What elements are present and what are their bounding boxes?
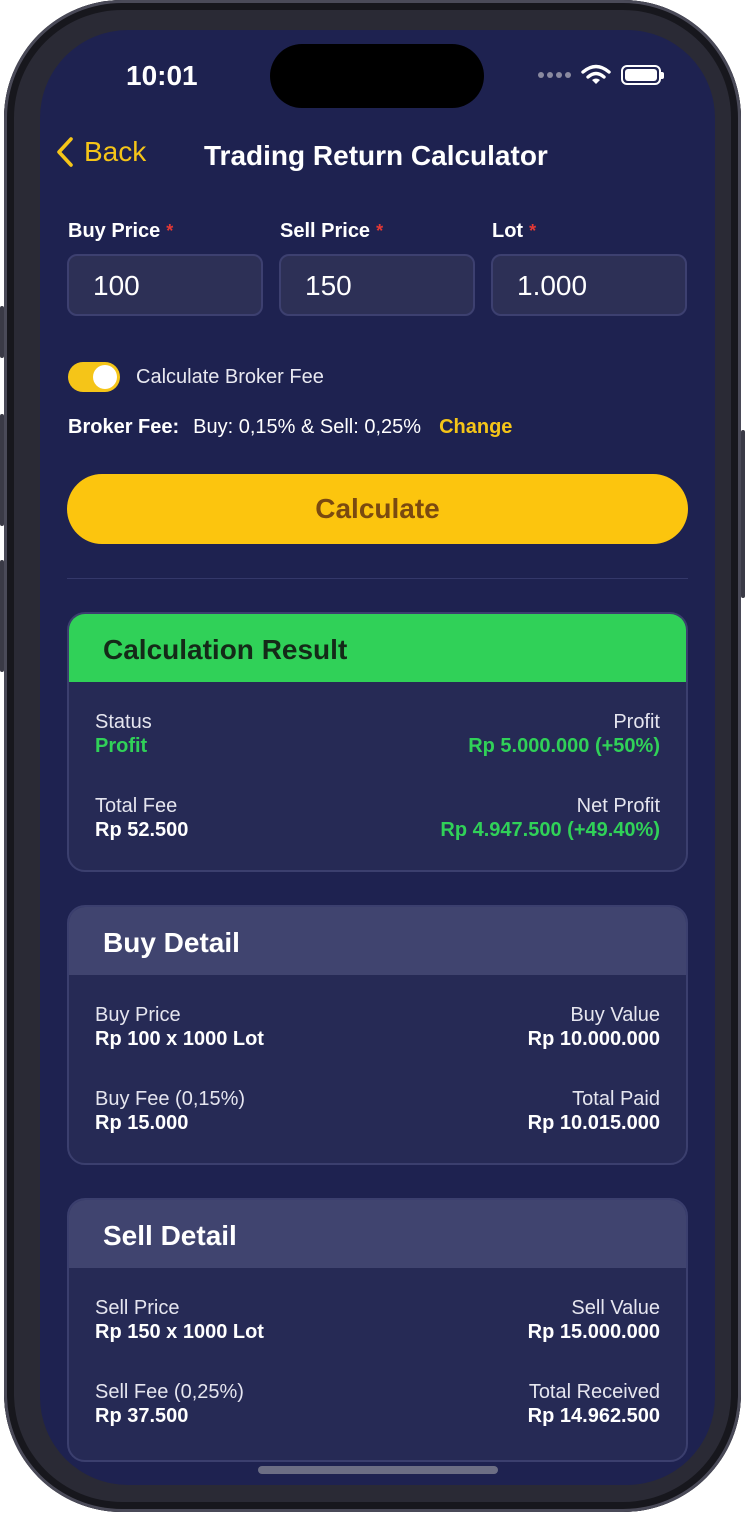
volume-up-button (0, 414, 4, 526)
total-received-value: Rp 14.962.500 (527, 1405, 660, 1427)
buy-value-value: Rp 10.000.000 (527, 1028, 660, 1050)
sell-price-detail-value: Rp 150 x 1000 Lot (95, 1321, 264, 1343)
calculate-button[interactable]: Calculate (67, 474, 688, 544)
broker-fee-toggle-label: Calculate Broker Fee (136, 366, 324, 388)
buy-price-detail-label: Buy Price (95, 1004, 181, 1026)
status-label: Status (95, 711, 152, 733)
profit-label: Profit (613, 711, 660, 733)
buy-price-detail-value: Rp 100 x 1000 Lot (95, 1028, 264, 1050)
calculation-result-title: Calculation Result (69, 614, 686, 682)
total-fee-label: Total Fee (95, 795, 178, 817)
sell-price-input[interactable]: 150 (279, 254, 475, 316)
net-profit-value: Rp 4.947.500 (+49.40%) (440, 819, 660, 841)
required-mark: * (166, 221, 174, 241)
sell-fee-label: Sell Fee (0,25%) (95, 1381, 244, 1403)
sell-row-fee: Sell Fee (0,25%) Rp 37.500 Total Receive… (69, 1380, 686, 1428)
phone-frame: 10:01 Back Trading Return Calculator Buy… (0, 0, 745, 1512)
buy-row-price: Buy Price Rp 100 x 1000 Lot Buy Value Rp… (69, 1003, 686, 1051)
power-button (741, 430, 745, 598)
lot-label: Lot * (492, 220, 537, 242)
buy-price-input[interactable]: 100 (67, 254, 263, 316)
broker-fee-row: Broker Fee: Buy: 0,15% & Sell: 0,25% Cha… (68, 416, 512, 439)
broker-fee-label: Broker Fee: (68, 416, 180, 438)
sell-row-price: Sell Price Rp 150 x 1000 Lot Sell Value … (69, 1296, 686, 1344)
app-screen: 10:01 Back Trading Return Calculator Buy… (40, 30, 715, 1485)
page-title: Trading Return Calculator (204, 140, 548, 171)
back-button[interactable]: Back (56, 136, 146, 168)
total-fee-value: Rp 52.500 (95, 819, 189, 841)
status-value: Profit (95, 735, 148, 757)
lot-input[interactable]: 1.000 (491, 254, 687, 316)
total-paid-value: Rp 10.015.000 (527, 1112, 660, 1134)
buy-detail-title: Buy Detail (69, 907, 686, 975)
buy-detail-card: Buy Detail Buy Price Rp 100 x 1000 Lot B… (67, 905, 688, 1165)
status-time: 10:01 (126, 60, 198, 91)
wifi-icon (581, 64, 611, 84)
buy-fee-value: Rp 15.000 (95, 1112, 189, 1134)
change-fee-link[interactable]: Change (439, 416, 512, 439)
result-row-status: Status Profit Profit Rp 5.000.000 (+50%) (69, 710, 686, 758)
back-label: Back (84, 136, 147, 167)
calculation-result-card: Calculation Result Status Profit Profit … (67, 612, 688, 872)
volume-down-button (0, 560, 4, 672)
total-received-label: Total Received (528, 1381, 660, 1403)
result-row-fee: Total Fee Rp 52.500 Net Profit Rp 4.947.… (69, 794, 686, 842)
profit-value: Rp 5.000.000 (+50%) (468, 735, 660, 757)
net-profit-label: Net Profit (576, 795, 660, 817)
battery-icon (621, 65, 664, 85)
signal-icon (538, 72, 571, 78)
broker-fee-value: Buy: 0,15% & Sell: 0,25% (193, 416, 422, 438)
sell-detail-title: Sell Detail (69, 1200, 686, 1268)
buy-row-fee: Buy Fee (0,15%) Rp 15.000 Total Paid Rp … (69, 1087, 686, 1135)
total-paid-label: Total Paid (572, 1088, 660, 1110)
toggle-knob (93, 365, 117, 389)
nav-bar: Back Trading Return Calculator (40, 134, 715, 178)
sell-detail-card: Sell Detail Sell Price Rp 150 x 1000 Lot… (67, 1198, 688, 1462)
sell-value-label: Sell Value (571, 1297, 660, 1319)
sell-price-detail-label: Sell Price (95, 1297, 180, 1319)
status-indicators (538, 64, 664, 86)
chevron-left-icon (57, 137, 73, 167)
required-mark: * (376, 221, 384, 241)
buy-price-label: Buy Price * (68, 220, 174, 242)
home-indicator[interactable] (258, 1466, 498, 1474)
buy-fee-label: Buy Fee (0,15%) (95, 1088, 246, 1110)
sell-price-label: Sell Price * (280, 220, 384, 242)
broker-fee-toggle[interactable] (68, 362, 120, 392)
section-divider (67, 578, 688, 579)
dynamic-island (270, 44, 484, 108)
buy-value-label: Buy Value (570, 1004, 660, 1026)
sell-value-value: Rp 15.000.000 (527, 1321, 660, 1343)
action-button (0, 306, 4, 358)
required-mark: * (529, 221, 537, 241)
sell-fee-value: Rp 37.500 (95, 1405, 189, 1427)
